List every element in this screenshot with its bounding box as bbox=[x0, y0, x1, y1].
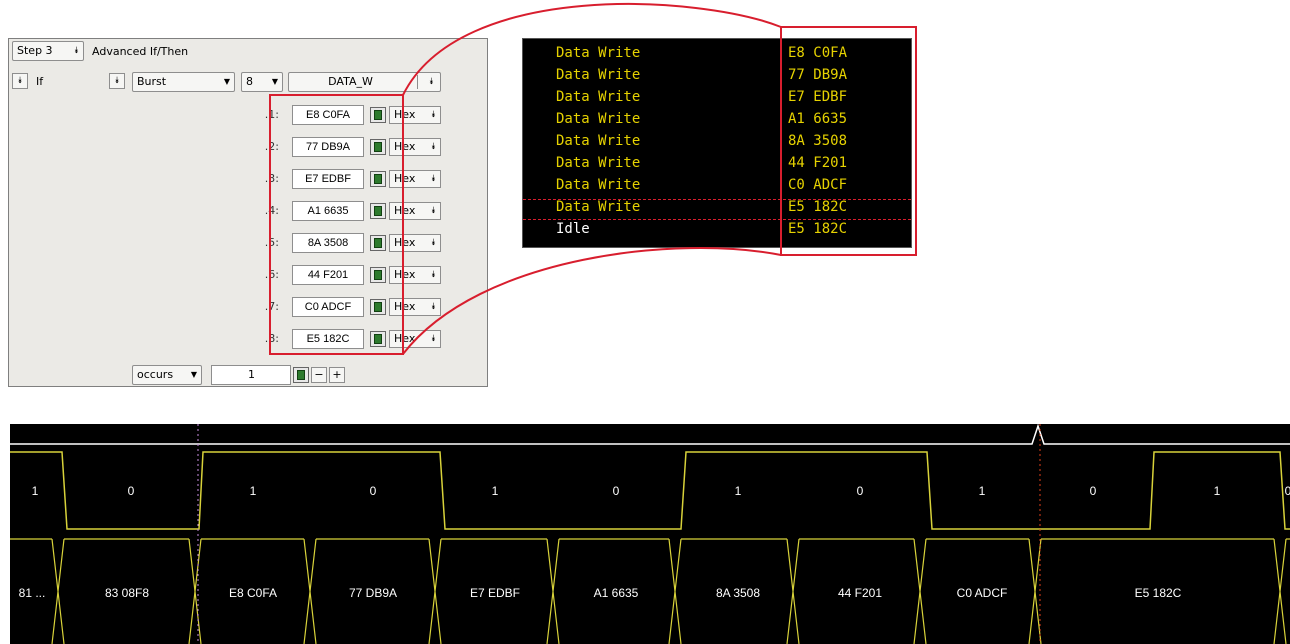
callout-curve-top bbox=[402, 2, 782, 96]
callout-curve-bottom bbox=[402, 247, 782, 355]
listing-highlight-box bbox=[780, 26, 917, 256]
callout-overlay bbox=[269, 2, 917, 355]
panel-highlight-box bbox=[269, 94, 404, 355]
